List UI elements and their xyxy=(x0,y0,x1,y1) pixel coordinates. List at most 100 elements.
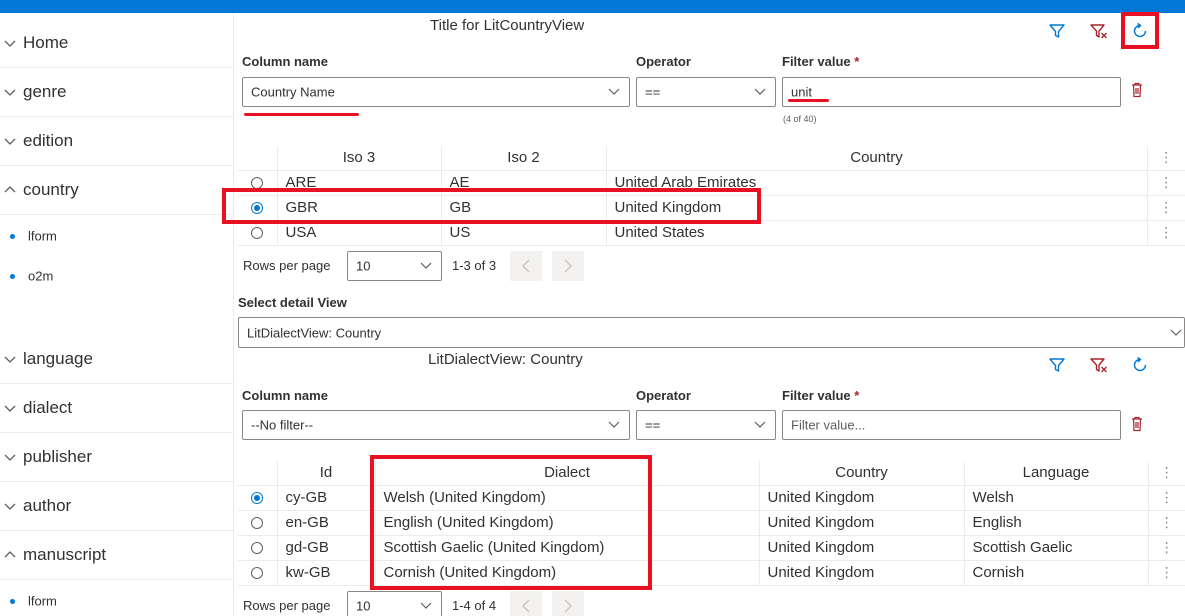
filter-value-label-text: Filter value xyxy=(782,54,851,69)
operator-dropdown[interactable]: == xyxy=(636,77,776,107)
column-name-value: Country Name xyxy=(251,84,335,100)
row-menu-icon[interactable]: ⋮ xyxy=(1148,485,1185,511)
filter-value-input[interactable]: unit xyxy=(782,77,1121,107)
cell-country: United Kingdom xyxy=(759,485,965,511)
chevron-down-icon xyxy=(608,88,620,95)
sidebar-item-label: author xyxy=(23,496,72,515)
filter-icon[interactable] xyxy=(1047,355,1067,375)
table-header-row: Iso 3 Iso 2 Country ⋮ xyxy=(238,146,1185,171)
filter-value-label: Filter value * xyxy=(782,388,859,403)
highlight-box-dialect-column xyxy=(370,455,652,590)
sidebar-item-edition[interactable]: edition xyxy=(0,117,233,166)
filter-value-text: unit xyxy=(791,84,812,100)
sidebar-item-label: publisher xyxy=(23,447,92,466)
detail-view-title: LitDialectView: Country xyxy=(428,351,583,368)
column-menu-icon[interactable]: ⋮ xyxy=(1148,461,1185,486)
sidebar-item-label: country xyxy=(23,180,79,199)
cell-country: United Kingdom xyxy=(759,535,965,561)
column-name-dropdown[interactable]: --No filter-- xyxy=(242,410,630,440)
select-detail-view-label: Select detail View xyxy=(238,295,347,310)
row-menu-icon[interactable]: ⋮ xyxy=(1147,220,1185,246)
column-header-iso3[interactable]: Iso 3 xyxy=(277,146,442,171)
chevron-down-icon xyxy=(608,421,620,428)
chevron-down-icon xyxy=(4,138,16,145)
column-header-country[interactable]: Country xyxy=(759,461,965,486)
column-header-id[interactable]: Id xyxy=(277,461,376,486)
row-select-radio[interactable] xyxy=(238,535,278,561)
cell-language: English xyxy=(964,510,1149,536)
sidebar-item-label: language xyxy=(23,349,93,368)
rows-per-page-label: Rows per page xyxy=(243,598,331,613)
chevron-right-icon xyxy=(564,599,572,613)
sidebar-item-home[interactable]: Home xyxy=(0,19,233,68)
row-select-radio[interactable] xyxy=(238,560,278,586)
clear-filter-icon[interactable] xyxy=(1089,21,1109,41)
row-menu-icon[interactable]: ⋮ xyxy=(1148,535,1185,561)
filter-value-label-text: Filter value xyxy=(782,388,851,403)
column-header-language[interactable]: Language xyxy=(964,461,1149,486)
chevron-down-icon xyxy=(4,356,16,363)
column-menu-icon[interactable]: ⋮ xyxy=(1147,146,1185,171)
rows-per-page-dropdown[interactable]: 10 xyxy=(347,591,442,616)
prev-page-button[interactable] xyxy=(510,251,542,281)
row-menu-icon[interactable]: ⋮ xyxy=(1147,195,1185,221)
rows-per-page-label: Rows per page xyxy=(243,258,331,273)
sidebar-item-country[interactable]: country xyxy=(0,166,233,215)
row-menu-icon[interactable]: ⋮ xyxy=(1147,170,1185,196)
row-menu-icon[interactable]: ⋮ xyxy=(1148,560,1185,586)
column-header-iso2[interactable]: Iso 2 xyxy=(441,146,607,171)
operator-dropdown[interactable]: == xyxy=(636,410,776,440)
next-page-button[interactable] xyxy=(552,251,584,281)
delete-icon[interactable] xyxy=(1127,80,1147,100)
sidebar-subitem-label: lform xyxy=(28,593,57,609)
chevron-down-icon xyxy=(420,262,432,269)
cell-country: United Kingdom xyxy=(759,510,965,536)
detail-view-dropdown[interactable]: LitDialectView: Country xyxy=(238,317,1185,348)
select-column-header xyxy=(238,146,278,171)
cell-language: Scottish Gaelic xyxy=(964,535,1149,561)
sidebar-subitem-manuscript-lform[interactable]: lform xyxy=(0,581,233,616)
row-menu-icon[interactable]: ⋮ xyxy=(1148,510,1185,536)
bullet-icon xyxy=(10,234,15,239)
filter-icon[interactable] xyxy=(1047,21,1067,41)
clear-filter-icon[interactable] xyxy=(1089,355,1109,375)
bullet-icon xyxy=(10,599,15,604)
prev-page-button[interactable] xyxy=(510,591,542,616)
column-header-country[interactable]: Country xyxy=(606,146,1148,171)
cell-id: kw-GB xyxy=(277,560,376,586)
refresh-icon[interactable] xyxy=(1130,355,1150,375)
highlight-box-refresh xyxy=(1121,12,1159,49)
radio-icon xyxy=(251,567,264,580)
filter-value-input[interactable]: Filter value... xyxy=(782,410,1121,440)
radio-icon xyxy=(251,542,264,555)
filter-count-hint: (4 of 40) xyxy=(783,114,817,124)
master-view-title: Title for LitCountryView xyxy=(430,17,585,34)
sidebar-subitem-label: lform xyxy=(28,228,57,244)
sidebar-nav: Home genre edition country lform o2m lan… xyxy=(0,13,234,616)
next-page-button[interactable] xyxy=(552,591,584,616)
filter-value-placeholder: Filter value... xyxy=(791,417,866,433)
sidebar-item-label: manuscript xyxy=(23,545,107,564)
sidebar-item-language[interactable]: language xyxy=(0,335,233,384)
sidebar-item-dialect[interactable]: dialect xyxy=(0,384,233,433)
radio-icon xyxy=(251,227,264,240)
radio-icon xyxy=(251,517,264,530)
sidebar-item-publisher[interactable]: publisher xyxy=(0,433,233,482)
row-select-radio[interactable] xyxy=(238,485,278,511)
bullet-icon xyxy=(10,274,15,279)
row-select-radio[interactable] xyxy=(238,510,278,536)
required-mark: * xyxy=(854,54,860,69)
column-name-dropdown[interactable]: Country Name xyxy=(242,77,630,107)
rows-per-page-dropdown[interactable]: 10 xyxy=(347,251,442,281)
sidebar-item-manuscript[interactable]: manuscript xyxy=(0,531,233,580)
delete-icon[interactable] xyxy=(1127,414,1147,434)
sidebar-subitem-country-lform[interactable]: lform xyxy=(0,216,233,256)
chevron-down-icon xyxy=(4,40,16,47)
sidebar-item-author[interactable]: author xyxy=(0,482,233,531)
chevron-down-icon xyxy=(754,88,766,95)
sidebar-subitem-country-o2m[interactable]: o2m xyxy=(0,256,233,296)
chevron-down-icon xyxy=(1170,329,1182,336)
cell-language: Welsh xyxy=(964,485,1149,511)
sidebar-item-genre[interactable]: genre xyxy=(0,68,233,117)
chevron-down-icon xyxy=(420,602,432,609)
